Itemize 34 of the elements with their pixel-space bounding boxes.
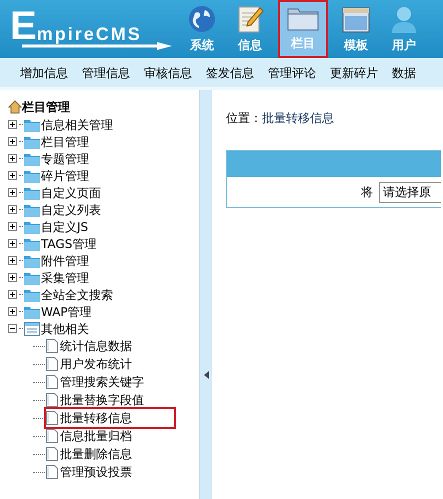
tree-item[interactable]: 其他相关 [41,320,89,338]
tree-leaf[interactable]: 用户发布统计 [46,355,134,373]
tree-item[interactable]: WAP管理 [41,302,92,320]
tree-item[interactable]: TAGS管理 [41,234,96,252]
tree-leaf[interactable]: 管理预设投票 [46,463,134,481]
location-link[interactable]: 批量转移信息 [262,109,334,127]
tree-leaf[interactable]: 信息批量归档 [46,427,134,445]
tree-item[interactable]: 附件管理 [41,252,89,270]
tree-item[interactable]: 碎片管理 [41,166,89,184]
tree-leaf[interactable]: 批量转移信息 [46,409,174,427]
tree-item[interactable]: 自定义JS [41,218,88,236]
logo: EmpireCMS [10,8,172,52]
tree-item[interactable]: 栏目管理 [41,132,89,150]
tree-leaf[interactable]: 管理搜索关键字 [46,373,146,391]
location-label: 位置： [226,110,262,127]
menu-link[interactable]: 管理信息 [82,64,130,82]
select-field[interactable]: 请选择原 [379,182,441,202]
menu-link[interactable]: 签发信息 [206,64,254,82]
menu-link[interactable]: 管理评论 [268,64,316,82]
form-label: 将 [361,184,373,201]
menu-link[interactable]: 数据 [392,64,416,82]
menu-link[interactable]: 审核信息 [144,64,192,82]
tree-leaf[interactable]: 统计信息数据 [46,337,134,355]
tree-leaf[interactable]: 批量替换字段值 [46,391,146,409]
menu-link[interactable]: 更新碎片 [330,64,378,82]
tree-item[interactable]: 自定义页面 [41,184,101,202]
tree-leaf[interactable]: 批量删除信息 [46,445,134,463]
menu-link[interactable]: 增加信息 [20,64,68,82]
tree-title: 栏目管理 [22,99,70,116]
tree-item[interactable]: 全站全文搜索 [41,286,113,304]
tree-item[interactable]: 专题管理 [41,150,89,168]
tree-item[interactable]: 信息相关管理 [41,116,113,134]
tree-item[interactable]: 自定义列表 [41,200,101,218]
tree-item[interactable]: 采集管理 [41,268,89,286]
